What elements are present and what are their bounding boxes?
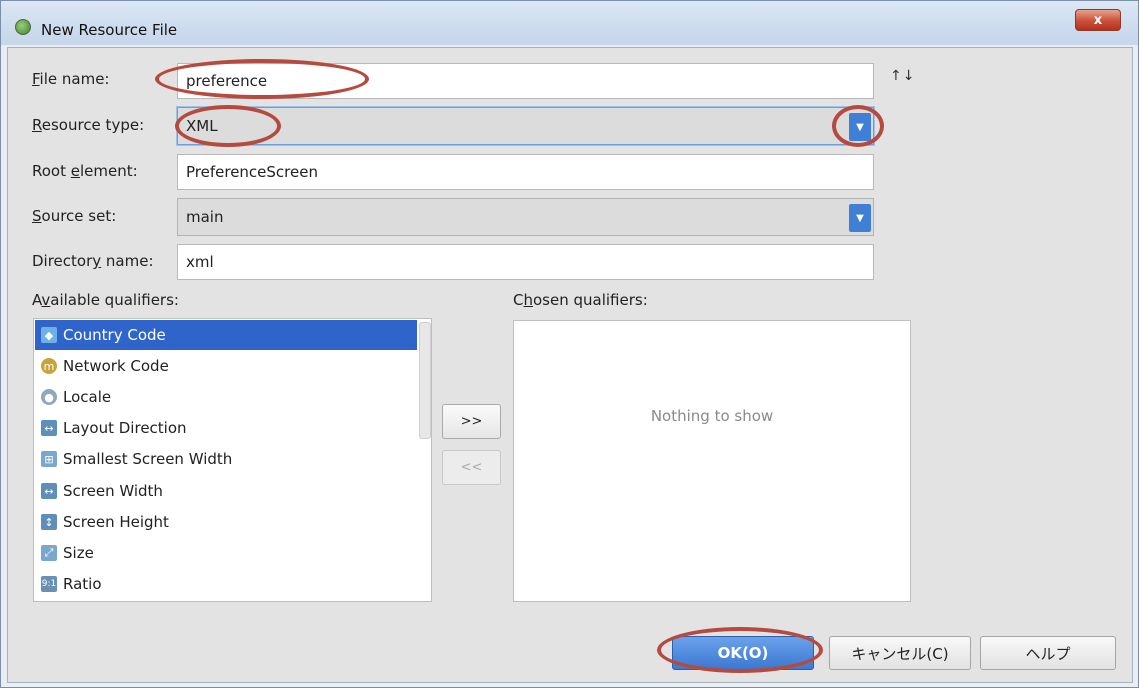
- screen-height-icon: ↕: [41, 514, 57, 530]
- file-name-label: File name:: [32, 70, 110, 88]
- available-qualifiers-label: Available qualifiers:: [32, 291, 179, 309]
- ok-button[interactable]: OK(O): [672, 636, 814, 670]
- list-item-smallest-screen-width[interactable]: ⊞ Smallest Screen Width: [35, 444, 417, 474]
- source-set-label: Source set:: [32, 207, 117, 225]
- resource-type-value: XML: [186, 117, 218, 135]
- list-item-layout-direction[interactable]: ↔ Layout Direction: [35, 413, 417, 443]
- resource-type-label: Resource type:: [32, 116, 145, 134]
- source-set-select[interactable]: main ▼: [177, 198, 874, 236]
- resource-type-dropdown-icon[interactable]: ▼: [849, 113, 871, 141]
- sort-icon[interactable]: ↑↓: [890, 68, 915, 84]
- list-item-network-code[interactable]: m Network Code: [35, 351, 417, 381]
- list-item-locale[interactable]: ● Locale: [35, 382, 417, 412]
- file-name-input[interactable]: preference: [177, 63, 874, 99]
- list-item-size[interactable]: ⤢ Size: [35, 538, 417, 568]
- directory-name-label: Directory name:: [32, 252, 154, 270]
- remove-qualifier-button[interactable]: <<: [442, 450, 501, 485]
- available-qualifiers-scrollbar[interactable]: [419, 322, 431, 439]
- new-resource-file-dialog: New Resource File x File name: preferenc…: [0, 0, 1139, 688]
- file-name-value: preference: [186, 72, 268, 90]
- list-item-ratio[interactable]: 9:1 Ratio: [35, 569, 417, 599]
- directory-name-value: xml: [186, 253, 214, 271]
- source-set-dropdown-icon[interactable]: ▼: [849, 204, 871, 232]
- country-code-icon: ◆: [41, 327, 57, 343]
- list-item-screen-width[interactable]: ↔ Screen Width: [35, 476, 417, 506]
- window-title: New Resource File: [41, 21, 178, 39]
- root-element-value: PreferenceScreen: [186, 163, 318, 181]
- close-button[interactable]: x: [1075, 9, 1121, 31]
- layout-direction-icon: ↔: [41, 420, 57, 436]
- dialog-content: File name: preference ↑↓ Resource type: …: [7, 47, 1133, 683]
- resource-type-select[interactable]: XML ▼: [177, 107, 874, 145]
- directory-name-input[interactable]: xml: [177, 244, 874, 280]
- help-button[interactable]: ヘルプ: [980, 636, 1116, 670]
- ratio-icon: 9:1: [41, 576, 57, 592]
- size-icon: ⤢: [41, 545, 57, 561]
- network-code-icon: m: [41, 358, 57, 374]
- title-bar[interactable]: New Resource File x: [1, 1, 1138, 45]
- list-item-country-code[interactable]: ◆ Country Code: [35, 320, 417, 350]
- available-qualifiers-list[interactable]: ◆ Country Code m Network Code ● Locale ↔…: [33, 318, 432, 602]
- screen-width-icon: ↔: [41, 483, 57, 499]
- smallest-screen-width-icon: ⊞: [41, 451, 57, 467]
- chosen-qualifiers-label: Chosen qualifiers:: [513, 291, 648, 309]
- root-element-label: Root element:: [32, 162, 138, 180]
- source-set-value: main: [186, 208, 224, 226]
- root-element-input[interactable]: PreferenceScreen: [177, 154, 874, 190]
- list-item-screen-height[interactable]: ↕ Screen Height: [35, 507, 417, 537]
- empty-list-text: Nothing to show: [650, 407, 774, 425]
- add-qualifier-button[interactable]: >>: [442, 404, 501, 439]
- android-studio-icon: [15, 19, 31, 35]
- cancel-button[interactable]: キャンセル(C): [829, 636, 971, 670]
- locale-icon: ●: [41, 389, 57, 405]
- chosen-qualifiers-list[interactable]: Nothing to show: [513, 320, 911, 602]
